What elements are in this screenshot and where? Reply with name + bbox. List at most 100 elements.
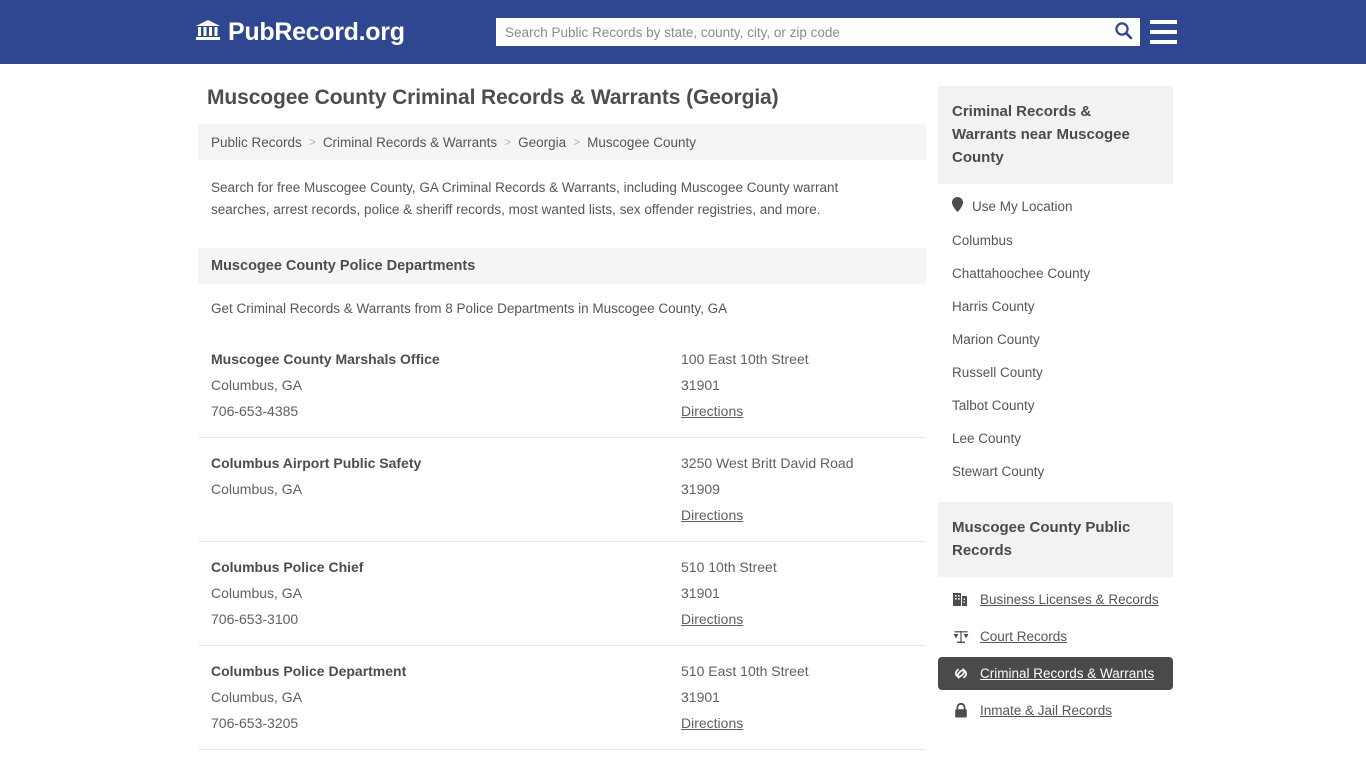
lock-icon xyxy=(952,702,969,719)
listing-phone: 706-653-3205 xyxy=(211,715,299,731)
sidebar-item-columbus[interactable]: Columbus xyxy=(938,224,1173,257)
sidebar: Criminal Records & Warrants near Muscoge… xyxy=(938,86,1173,768)
breadcrumb-item-georgia[interactable]: Georgia xyxy=(518,135,566,150)
hamburger-menu-icon[interactable] xyxy=(1150,20,1177,44)
sidebar-item-label: Russell County xyxy=(952,365,1043,380)
handcuffs-icon xyxy=(952,665,969,682)
sidebar-item-stewart-county[interactable]: Stewart County xyxy=(938,455,1173,488)
breadcrumb: Public Records > Criminal Records & Warr… xyxy=(198,124,926,160)
directions-link[interactable]: Directions xyxy=(681,502,743,528)
sidebar-nearby-list: Use My Location Columbus Chattahoochee C… xyxy=(938,184,1173,488)
section-subtitle: Get Criminal Records & Warrants from 8 P… xyxy=(211,301,728,316)
listing-right-column: 8395 Beaver Run Road 31820 Directions xyxy=(681,762,913,768)
listing-city-state: Columbus, GA xyxy=(211,689,303,705)
listing-right-column: 510 10th Street 31901 Directions xyxy=(681,554,913,632)
listing-street: 100 East 10th Street xyxy=(681,351,809,367)
listing-zip: 31901 xyxy=(681,689,720,705)
sidebar-item-label: Columbus xyxy=(952,233,1013,248)
sidebar-records-title: Muscogee County Public Records xyxy=(938,502,1173,577)
listing-right-column: 3250 West Britt David Road 31909 Directi… xyxy=(681,450,913,528)
listing-right-column: 100 East 10th Street 31901 Directions xyxy=(681,346,913,424)
table-row: Columbus Police Chief Columbus, GA 706-6… xyxy=(198,542,926,646)
site-logo[interactable]: PubRecord.org xyxy=(195,18,405,47)
table-row: Muscogee County Marshals Office Columbus… xyxy=(198,334,926,438)
listing-name: Muscogee County Marshals Office xyxy=(211,351,440,367)
sidebar-item-use-my-location[interactable]: Use My Location xyxy=(938,188,1173,224)
listing-city-state: Columbus, GA xyxy=(211,481,303,497)
sidebar-item-marion-county[interactable]: Marion County xyxy=(938,323,1173,356)
site-logo-text: PubRecord.org xyxy=(228,17,405,46)
sidebar-item-label: Business Licenses & Records xyxy=(980,592,1159,607)
breadcrumb-separator: > xyxy=(504,135,512,149)
listing-name: Columbus Airport Public Safety xyxy=(211,455,422,471)
listing-phone: 706-653-3100 xyxy=(211,611,299,627)
sidebar-item-label: Inmate & Jail Records xyxy=(980,703,1113,718)
breadcrumb-item-muscogee-county[interactable]: Muscogee County xyxy=(587,135,696,150)
map-pin-icon xyxy=(952,197,963,215)
table-row: Columbus Police Department Columbus, GA … xyxy=(198,646,926,750)
sidebar-item-inmate-jail-records[interactable]: Inmate & Jail Records xyxy=(938,694,1173,727)
search-icon xyxy=(1114,21,1133,43)
sidebar-item-chattahoochee-county[interactable]: Chattahoochee County xyxy=(938,257,1173,290)
sidebar-records-list: Business Licenses & Records Court Record… xyxy=(938,577,1173,727)
police-department-list: Muscogee County Marshals Office Columbus… xyxy=(198,334,926,768)
table-row: Columbus Airport Public Safety Columbus,… xyxy=(198,438,926,542)
listing-phone xyxy=(211,502,681,528)
listing-city-state: Columbus, GA xyxy=(211,377,303,393)
listing-left-column: Columbus Police Chief Columbus, GA 706-6… xyxy=(211,554,681,632)
bank-building-icon xyxy=(195,18,221,47)
sidebar-item-label: Chattahoochee County xyxy=(952,266,1091,281)
listing-zip: 31909 xyxy=(681,481,720,497)
listing-phone: 706-653-4385 xyxy=(211,403,299,419)
listing-zip: 31901 xyxy=(681,377,720,393)
sidebar-item-talbot-county[interactable]: Talbot County xyxy=(938,389,1173,422)
listing-zip: 31901 xyxy=(681,585,720,601)
sidebar-item-label: Use My Location xyxy=(972,198,1073,214)
listing-street: 3250 West Britt David Road xyxy=(681,455,854,471)
search-bar xyxy=(496,18,1140,46)
search-button[interactable] xyxy=(1106,18,1140,46)
listing-left-column: Columbus Police Department Columbus, GA … xyxy=(211,658,681,736)
listing-left-column: Columbus Airport Public Safety Columbus,… xyxy=(211,450,681,528)
sidebar-item-label: Stewart County xyxy=(952,464,1045,479)
sidebar-item-label: Court Records xyxy=(980,629,1068,644)
sidebar-item-criminal-records-warrants[interactable]: Criminal Records & Warrants xyxy=(938,657,1173,690)
table-row: Columbus Police Department - Northside P… xyxy=(198,750,926,768)
main-content: Muscogee County Criminal Records & Warra… xyxy=(198,86,926,768)
listing-street: 8395 Beaver Run Road xyxy=(681,762,913,768)
sidebar-item-lee-county[interactable]: Lee County xyxy=(938,422,1173,455)
listing-right-column: 510 East 10th Street 31901 Directions xyxy=(681,658,913,736)
section-header-police-departments: Muscogee County Police Departments xyxy=(198,248,926,284)
listing-name: Columbus Police Department - Northside P… xyxy=(211,762,681,768)
sidebar-item-russell-county[interactable]: Russell County xyxy=(938,356,1173,389)
page-title: Muscogee County Criminal Records & Warra… xyxy=(207,86,779,109)
site-header: PubRecord.org xyxy=(0,0,1366,64)
search-input[interactable] xyxy=(496,19,1106,45)
listing-left-column: Muscogee County Marshals Office Columbus… xyxy=(211,346,681,424)
page-body: Muscogee County Criminal Records & Warra… xyxy=(0,64,1366,768)
balance-scales-icon xyxy=(952,628,969,645)
breadcrumb-item-public-records[interactable]: Public Records xyxy=(211,135,302,150)
sidebar-item-harris-county[interactable]: Harris County xyxy=(938,290,1173,323)
breadcrumb-item-criminal-records[interactable]: Criminal Records & Warrants xyxy=(323,135,497,150)
listing-left-column: Columbus Police Department - Northside P… xyxy=(211,762,681,768)
page-intro-text: Search for free Muscogee County, GA Crim… xyxy=(211,180,839,217)
breadcrumb-separator: > xyxy=(573,135,581,149)
directions-link[interactable]: Directions xyxy=(681,606,743,632)
sidebar-item-label: Lee County xyxy=(952,431,1022,446)
sidebar-item-label: Criminal Records & Warrants xyxy=(980,666,1155,681)
breadcrumb-separator: > xyxy=(308,135,316,149)
business-building-icon xyxy=(952,591,969,608)
listing-street: 510 East 10th Street xyxy=(681,663,809,679)
directions-link[interactable]: Directions xyxy=(681,398,743,424)
listing-city-state: Columbus, GA xyxy=(211,585,303,601)
directions-link[interactable]: Directions xyxy=(681,710,743,736)
sidebar-item-business-licenses[interactable]: Business Licenses & Records xyxy=(938,583,1173,616)
sidebar-item-court-records[interactable]: Court Records xyxy=(938,620,1173,653)
sidebar-item-label: Marion County xyxy=(952,332,1040,347)
listing-street: 510 10th Street xyxy=(681,559,777,575)
listing-name: Columbus Police Department xyxy=(211,663,407,679)
sidebar-nearby-title: Criminal Records & Warrants near Muscoge… xyxy=(938,86,1173,184)
sidebar-item-label: Harris County xyxy=(952,299,1035,314)
